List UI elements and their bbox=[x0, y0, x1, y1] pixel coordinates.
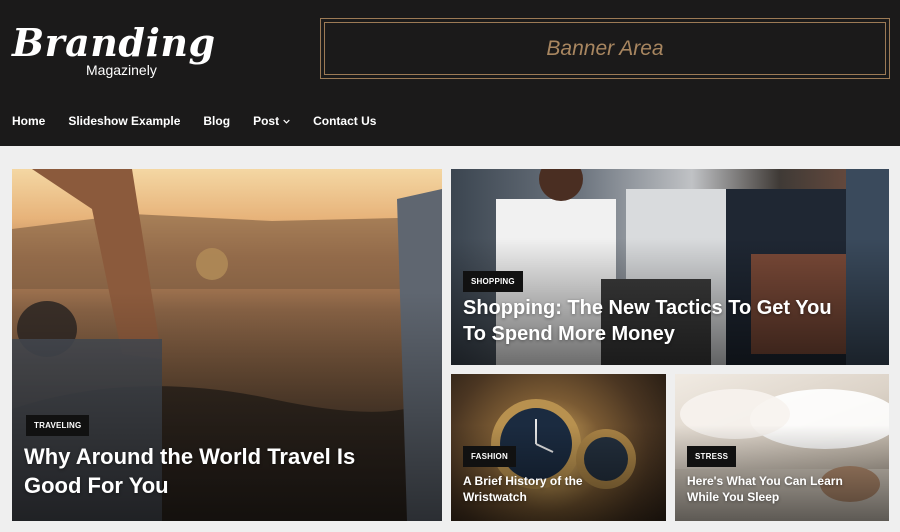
nav-slideshow-label: Slideshow Example bbox=[68, 114, 181, 128]
post-card-stress[interactable]: STRESS Here's What You Can Learn While Y… bbox=[675, 374, 889, 521]
category-badge[interactable]: SHOPPING bbox=[463, 271, 523, 292]
site-header: Branding Magazinely Banner Area Home Sli… bbox=[0, 0, 900, 146]
post-title-line: A Brief History of the bbox=[463, 474, 583, 488]
logo-wordmark: Branding bbox=[12, 20, 216, 65]
category-badge[interactable]: TRAVELING bbox=[26, 415, 90, 436]
nav-blog-label: Blog bbox=[203, 114, 231, 128]
nav-home[interactable]: Home bbox=[12, 114, 45, 128]
banner-area[interactable]: Banner Area bbox=[320, 18, 890, 79]
category-badge[interactable]: STRESS bbox=[687, 446, 737, 467]
main-nav: Home Slideshow Example Blog Post Contact… bbox=[12, 114, 399, 128]
nav-contact-label: Contact Us bbox=[313, 114, 377, 128]
post-title[interactable]: A Brief History of the Wristwatch bbox=[463, 474, 583, 505]
nav-post[interactable]: Post bbox=[253, 114, 290, 128]
nav-home-label: Home bbox=[12, 114, 46, 128]
post-title-line: Why Around the World Travel Is bbox=[24, 444, 356, 469]
nav-contact-us[interactable]: Contact Us bbox=[313, 114, 376, 128]
featured-post-traveling[interactable]: TRAVELING Why Around the World Travel Is… bbox=[12, 169, 442, 521]
post-title-line: Shopping: The New Tactics To Get You bbox=[463, 297, 832, 319]
site-logo[interactable]: Branding Magazinely bbox=[12, 20, 215, 82]
nav-slideshow-example[interactable]: Slideshow Example bbox=[68, 114, 180, 128]
post-card-fashion[interactable]: FASHION A Brief History of the Wristwatc… bbox=[451, 374, 666, 521]
post-title-line: Wristwatch bbox=[463, 489, 527, 504]
nav-post-label: Post bbox=[253, 114, 280, 128]
post-title-line: To Spend More Money bbox=[463, 323, 675, 345]
category-badge[interactable]: FASHION bbox=[463, 446, 516, 467]
post-title-line: Here's What You Can Learn bbox=[687, 474, 843, 488]
logo-tagline: Magazinely bbox=[86, 62, 157, 78]
banner-label: Banner Area bbox=[546, 36, 664, 60]
nav-blog[interactable]: Blog bbox=[203, 114, 230, 128]
post-title[interactable]: Why Around the World Travel Is Good For … bbox=[24, 443, 355, 500]
chevron-down-icon bbox=[283, 119, 290, 124]
post-title-line: While You Sleep bbox=[687, 489, 780, 504]
post-title[interactable]: Shopping: The New Tactics To Get You To … bbox=[463, 295, 832, 347]
post-title-line: Good For You bbox=[24, 472, 169, 498]
banner-inner-frame: Banner Area bbox=[324, 22, 886, 75]
post-title[interactable]: Here's What You Can Learn While You Slee… bbox=[687, 474, 843, 505]
featured-post-shopping[interactable]: SHOPPING Shopping: The New Tactics To Ge… bbox=[451, 169, 889, 365]
